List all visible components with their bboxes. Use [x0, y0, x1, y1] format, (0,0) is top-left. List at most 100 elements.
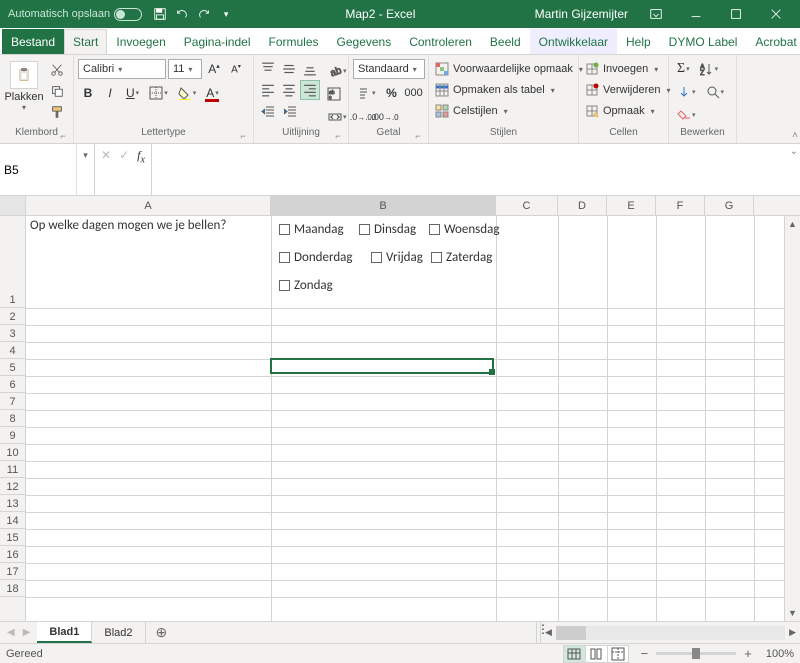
zoom-out-button[interactable]: − [637, 646, 653, 661]
increase-font-icon[interactable]: A▴ [204, 59, 224, 79]
accounting-format-icon[interactable]: ▾ [353, 83, 380, 103]
sheet-tab-blad1[interactable]: Blad1 [37, 622, 92, 643]
checkbox-vrijdag[interactable]: Vrijdag [371, 250, 423, 265]
autosave-toggle[interactable]: Automatisch opslaan [4, 8, 146, 21]
expand-formula-bar-icon[interactable]: ⌄ [790, 146, 798, 157]
row-header-7[interactable]: 7 [0, 393, 25, 410]
horizontal-scrollbar[interactable]: ◀ ▶ [540, 622, 800, 643]
align-middle-icon[interactable] [279, 59, 299, 79]
enter-formula-icon[interactable]: ✓ [119, 148, 129, 162]
increase-indent-icon[interactable] [280, 102, 300, 122]
row-header-17[interactable]: 17 [0, 563, 25, 580]
delete-cells-button[interactable]: Verwijderen▾ [583, 80, 673, 100]
fill-color-button[interactable]: ▾ [174, 83, 201, 103]
tab-file[interactable]: Bestand [2, 29, 64, 54]
underline-button[interactable]: U▾ [122, 83, 143, 103]
row-header-5[interactable]: 5 [0, 359, 25, 376]
row-header-14[interactable]: 14 [0, 512, 25, 529]
tab-start[interactable]: Start [64, 29, 107, 54]
dialog-launcher-icon[interactable]: ⌐ [237, 131, 249, 143]
close-button[interactable] [756, 0, 796, 28]
row-header-8[interactable]: 8 [0, 410, 25, 427]
save-icon[interactable] [152, 6, 168, 22]
minimize-button[interactable] [676, 0, 716, 28]
cancel-formula-icon[interactable]: ✕ [101, 148, 111, 162]
font-size-combo[interactable]: 11▾ [168, 59, 202, 79]
italic-button[interactable]: I [100, 83, 120, 103]
align-top-icon[interactable] [258, 59, 278, 79]
row-header-11[interactable]: 11 [0, 461, 25, 478]
dialog-launcher-icon[interactable]: ⌐ [57, 131, 69, 143]
insert-cells-button[interactable]: Invoegen▾ [583, 59, 660, 79]
format-cells-button[interactable]: Opmaak▾ [583, 101, 657, 121]
font-name-combo[interactable]: Calibri▾ [78, 59, 166, 79]
tab-gegevens[interactable]: Gegevens [328, 29, 401, 54]
comma-format-icon[interactable]: 000 [404, 83, 424, 103]
dialog-launcher-icon[interactable]: ⌐ [412, 131, 424, 143]
cut-icon[interactable] [48, 61, 66, 79]
active-cell[interactable] [270, 358, 494, 374]
align-center-icon[interactable] [279, 80, 299, 100]
decrease-indent-icon[interactable] [258, 102, 278, 122]
row-header-10[interactable]: 10 [0, 444, 25, 461]
row-header-9[interactable]: 9 [0, 427, 25, 444]
insert-function-icon[interactable]: fx [137, 148, 145, 165]
align-right-icon[interactable] [300, 80, 320, 100]
zoom-label[interactable]: 100% [766, 648, 794, 660]
row-header-16[interactable]: 16 [0, 546, 25, 563]
page-break-view-icon[interactable] [607, 645, 629, 663]
row-header-12[interactable]: 12 [0, 478, 25, 495]
col-header-E[interactable]: E [607, 196, 656, 215]
tab-beeld[interactable]: Beeld [481, 29, 530, 54]
sheet-prev-icon[interactable]: ◀ [4, 627, 18, 638]
percent-format-icon[interactable]: % [382, 83, 402, 103]
find-select-button[interactable]: ▾ [702, 82, 729, 102]
tab-invoegen[interactable]: Invoegen [107, 29, 174, 54]
row-header-13[interactable]: 13 [0, 495, 25, 512]
paste-button[interactable]: Plakken ▾ [4, 59, 44, 114]
orientation-button[interactable]: ab▾ [324, 61, 351, 81]
row-header-3[interactable]: 3 [0, 325, 25, 342]
checkbox-dinsdag[interactable]: Dinsdag [359, 222, 416, 237]
checkbox-woensdag[interactable]: Woensdag [429, 222, 499, 237]
conditional-formatting-button[interactable]: Voorwaardelijke opmaak▾ [433, 59, 585, 79]
fill-button[interactable]: ▾ [673, 82, 700, 102]
scroll-left-icon[interactable]: ◀ [543, 627, 554, 638]
scroll-down-icon[interactable]: ▼ [785, 605, 800, 621]
cells-area[interactable]: Op welke dagen mogen we je bellen?Maanda… [26, 216, 800, 621]
wrap-text-icon[interactable]: abc [324, 84, 344, 104]
new-sheet-button[interactable]: ⊕ [146, 622, 178, 643]
col-header-D[interactable]: D [558, 196, 607, 215]
col-header-A[interactable]: A [26, 196, 271, 215]
scroll-right-icon[interactable]: ▶ [787, 627, 798, 638]
tab-ontwikkelaar[interactable]: Ontwikkelaar [530, 29, 617, 54]
scroll-up-icon[interactable]: ▲ [785, 216, 800, 232]
copy-icon[interactable] [48, 82, 66, 100]
tab-controleren[interactable]: Controleren [400, 29, 481, 54]
row-header-6[interactable]: 6 [0, 376, 25, 393]
decrease-font-icon[interactable]: A▾ [226, 59, 246, 79]
align-bottom-icon[interactable] [300, 59, 320, 79]
col-header-C[interactable]: C [496, 196, 558, 215]
sheet-tab-blad2[interactable]: Blad2 [92, 622, 145, 643]
redo-icon[interactable] [196, 6, 212, 22]
row-header-15[interactable]: 15 [0, 529, 25, 546]
cell-styles-button[interactable]: Celstijlen▾ [433, 101, 510, 121]
dialog-launcher-icon[interactable]: ⌐ [332, 131, 344, 143]
format-painter-icon[interactable] [48, 103, 66, 121]
format-as-table-button[interactable]: Opmaken als tabel▾ [433, 80, 557, 100]
checkbox-zondag[interactable]: Zondag [279, 278, 333, 293]
user-name[interactable]: Martin Gijzemijter [527, 7, 636, 21]
decrease-decimal-icon[interactable]: .00→.0 [375, 107, 395, 127]
sheet-next-icon[interactable]: ▶ [20, 627, 34, 638]
select-all-corner[interactable] [0, 196, 26, 215]
tab-dymo label[interactable]: DYMO Label [660, 29, 747, 54]
sort-filter-button[interactable]: AZ▾ [696, 59, 723, 79]
checkbox-zaterdag[interactable]: Zaterdag [431, 250, 492, 265]
name-box-dropdown-icon[interactable]: ▾ [76, 144, 94, 195]
borders-button[interactable]: ▾ [145, 83, 172, 103]
bold-button[interactable]: B [78, 83, 98, 103]
row-header-4[interactable]: 4 [0, 342, 25, 359]
normal-view-icon[interactable] [563, 645, 585, 663]
zoom-in-button[interactable]: + [740, 646, 756, 661]
